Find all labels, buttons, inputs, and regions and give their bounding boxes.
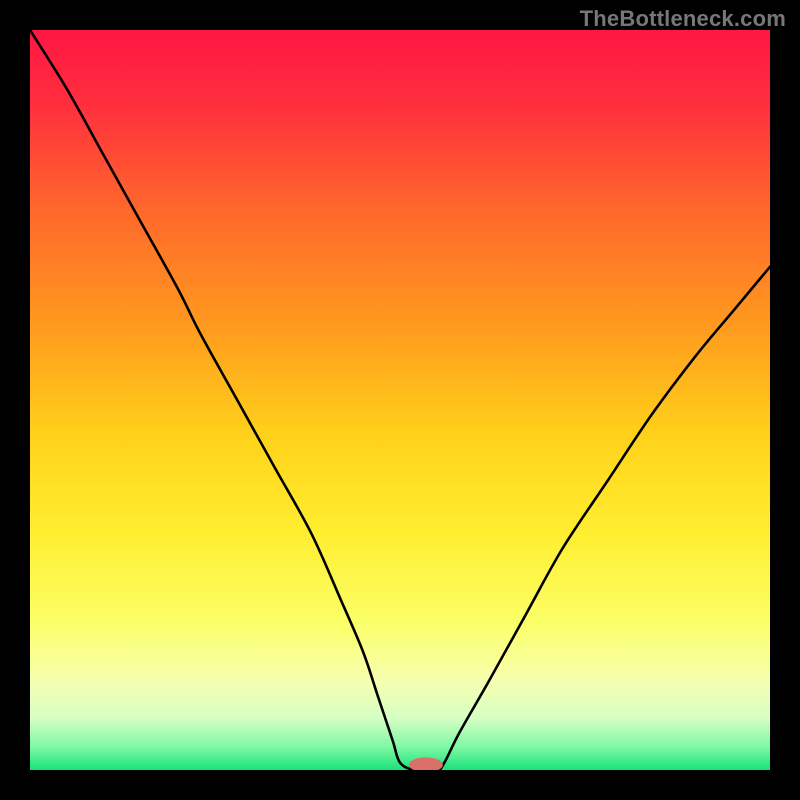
chart-frame: TheBottleneck.com bbox=[0, 0, 800, 800]
plot-area bbox=[30, 30, 770, 770]
watermark-text: TheBottleneck.com bbox=[580, 6, 786, 32]
bottleneck-chart bbox=[30, 30, 770, 770]
gradient-background bbox=[30, 30, 770, 770]
